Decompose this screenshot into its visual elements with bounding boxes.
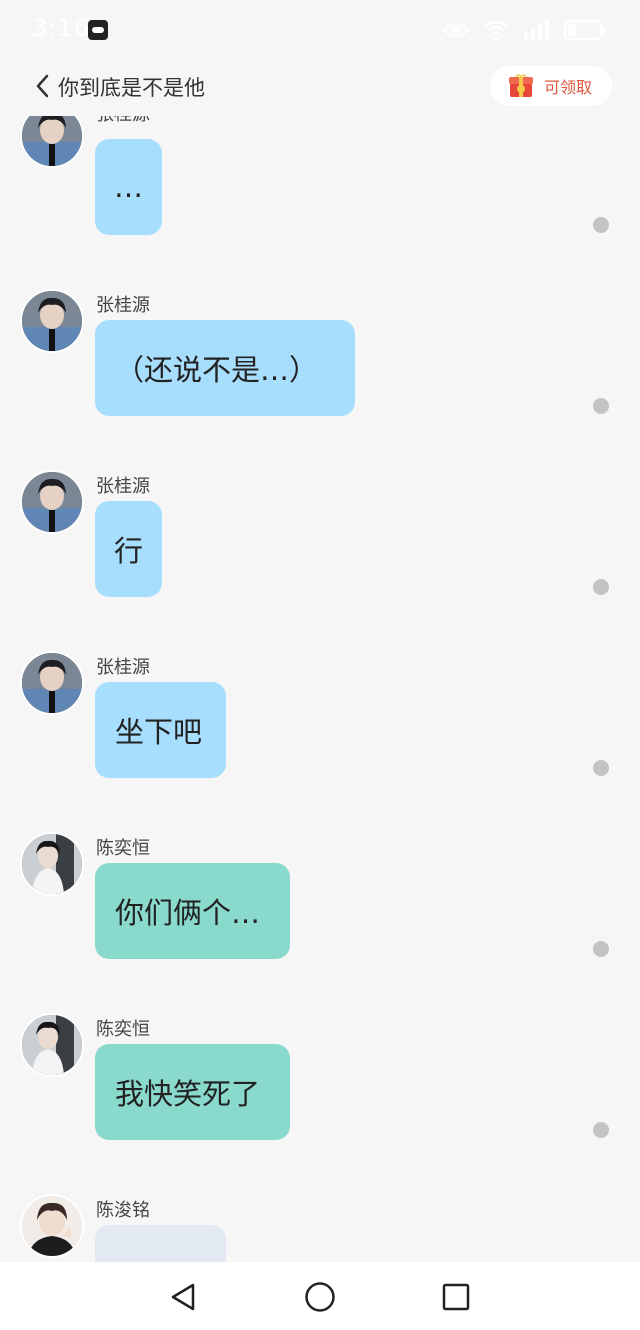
red-packet-icon <box>509 74 533 97</box>
nav-home-button[interactable] <box>303 1280 337 1314</box>
message-bubble[interactable]: （还说不是…） <box>95 320 355 416</box>
sender-name: 陈浚铭 <box>96 1200 150 1221</box>
status-dot <box>593 760 609 776</box>
message-item: 陈奕恒 我快笑死了 <box>0 1013 640 1198</box>
message-bubble[interactable]: … <box>95 139 162 235</box>
status-icons <box>442 16 606 44</box>
message-text: … <box>114 170 143 204</box>
message-bubble[interactable]: 我快笑死了 <box>95 1044 290 1140</box>
message-item: 陈浚铭 <box>0 1194 640 1262</box>
message-text: 你们俩个… <box>115 896 261 930</box>
status-time: 3:16 <box>32 14 90 42</box>
back-button[interactable] <box>30 72 54 100</box>
message-text: 我快笑死了 <box>115 1077 261 1111</box>
message-bubble[interactable]: 行 <box>95 501 162 597</box>
sender-name: 张桂源 <box>96 295 150 316</box>
home-circle-icon <box>305 1282 335 1312</box>
nav-recents-button[interactable] <box>439 1280 473 1314</box>
message-item: 张桂源 … <box>0 116 640 293</box>
avatar[interactable] <box>20 470 84 534</box>
back-triangle-icon <box>171 1283 195 1311</box>
chevron-left-icon <box>36 74 49 98</box>
sender-name: 陈奕恒 <box>96 838 150 859</box>
status-dot <box>593 941 609 957</box>
message-item: 张桂源 坐下吧 <box>0 651 640 836</box>
status-dot <box>593 1122 609 1138</box>
message-text: 行 <box>113 534 143 568</box>
message-text: （还说不是…） <box>115 353 319 387</box>
status-bar: 3:16 <box>0 0 640 60</box>
battery-icon <box>564 20 605 40</box>
message-bubble[interactable]: 你们俩个… <box>95 863 290 959</box>
message-text: 坐下吧 <box>115 715 203 749</box>
message-bubble[interactable]: 坐下吧 <box>95 682 226 778</box>
nav-back-button[interactable] <box>166 1280 200 1314</box>
signal-icon <box>524 19 549 41</box>
claim-label: 可领取 <box>544 78 593 97</box>
avatar[interactable] <box>20 1194 84 1258</box>
status-dot <box>593 217 609 233</box>
eye-icon <box>442 23 470 37</box>
sender-name: 陈奕恒 <box>96 1019 150 1040</box>
message-bubble[interactable] <box>95 1225 226 1262</box>
sender-name: 张桂源 <box>96 116 150 126</box>
chat-screen: 3:16 你到底是不是他 可领取 … 张桂源 （还说不是…） 张桂源 行 张桂源… <box>0 0 640 1330</box>
chat-header: 你到底是不是他 可领取 <box>0 60 640 116</box>
message-item: 张桂源 行 <box>0 470 640 655</box>
avatar[interactable] <box>20 116 84 168</box>
navigation-bar <box>0 1262 640 1330</box>
wifi-icon <box>483 20 509 41</box>
message-item: 陈奕恒 你们俩个… <box>0 832 640 1017</box>
sender-name: 张桂源 <box>96 657 150 678</box>
recents-square-icon <box>442 1283 470 1311</box>
avatar[interactable] <box>20 651 84 715</box>
avatar[interactable] <box>20 1013 84 1077</box>
avatar[interactable] <box>20 289 84 353</box>
avatar[interactable] <box>20 832 84 896</box>
chat-title: 你到底是不是他 <box>58 76 205 100</box>
status-dot <box>593 398 609 414</box>
claim-button[interactable]: 可领取 <box>490 66 612 106</box>
app-notification-icon <box>88 20 108 40</box>
message-list[interactable]: 张桂源 … 张桂源 （还说不是…） <box>0 116 640 1262</box>
sender-name: 张桂源 <box>96 476 150 497</box>
status-dot <box>593 579 609 595</box>
message-item: 张桂源 （还说不是…） <box>0 289 640 474</box>
